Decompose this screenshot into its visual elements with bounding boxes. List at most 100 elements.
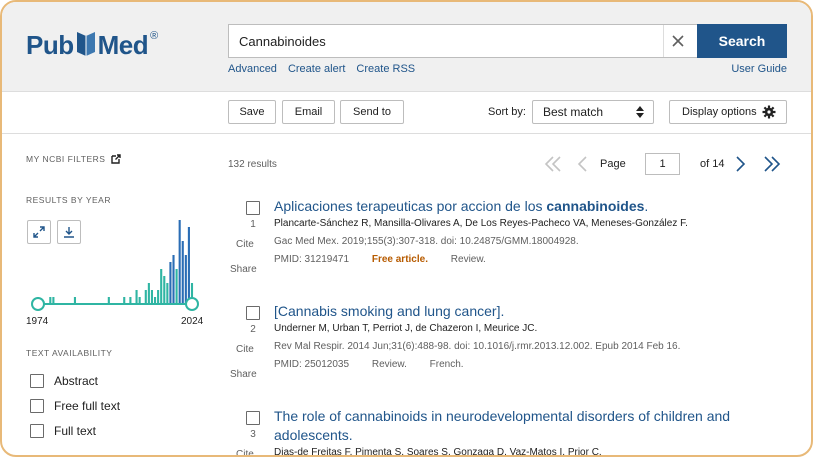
browser-frame: Pub Med ® Search Advanced Create alert C… (0, 0, 813, 457)
full-text-label: Full text (54, 424, 97, 438)
sort-by-label: Sort by: (488, 106, 526, 118)
result-title-link[interactable]: [Cannabis smoking and lung cancer]. (274, 302, 774, 321)
article-type: Review. (371, 359, 407, 370)
year-bar[interactable] (129, 297, 132, 304)
filter-full-text[interactable]: Full text (30, 424, 96, 438)
year-bar[interactable] (135, 290, 138, 304)
year-bar[interactable] (178, 220, 181, 304)
sort-caret-icon (636, 106, 644, 118)
year-bar[interactable] (138, 297, 141, 304)
result-pmid: PMID: 25012035 (274, 359, 350, 370)
result-title-link[interactable]: The role of cannabinoids in neurodevelop… (274, 407, 774, 445)
save-button[interactable]: Save (228, 100, 276, 124)
cite-button[interactable]: Cite (236, 239, 258, 250)
year-range-start-handle[interactable] (31, 297, 45, 311)
external-link-icon (111, 154, 122, 164)
result-number: 2 (250, 324, 256, 335)
year-bar[interactable] (166, 283, 169, 304)
display-options-label: Display options (682, 106, 757, 118)
page-label: Page (600, 158, 626, 170)
year-bar[interactable] (147, 283, 150, 304)
year-bar[interactable] (150, 290, 154, 304)
year-start-label: 1974 (26, 316, 49, 327)
year-bar[interactable] (184, 255, 187, 304)
filter-free-full-text[interactable]: Free full text (30, 399, 120, 413)
article-type: Review. (450, 254, 486, 265)
previous-page-icon[interactable] (576, 156, 588, 172)
year-range-end-handle[interactable] (185, 297, 199, 311)
results-by-year-chart[interactable] (26, 214, 206, 314)
my-ncbi-filters-label: MY NCBI FILTERS (26, 154, 106, 164)
display-options-button[interactable]: Display options (669, 100, 787, 124)
select-result-checkbox[interactable] (246, 411, 260, 425)
sort-select[interactable]: Best match (532, 100, 654, 124)
page-number-input[interactable]: 1 (645, 153, 680, 175)
search-input[interactable] (229, 26, 654, 56)
year-bar[interactable] (157, 290, 160, 304)
year-bar[interactable] (123, 297, 126, 304)
year-bar[interactable] (187, 227, 190, 304)
year-bar[interactable] (107, 297, 110, 304)
first-page-icon[interactable] (544, 156, 562, 172)
year-bar[interactable] (52, 297, 55, 304)
result-pmid: PMID: 31219471 (274, 254, 350, 265)
full-text-checkbox[interactable] (30, 424, 44, 438)
article-language: French. (429, 359, 464, 370)
result-number: 3 (250, 429, 256, 440)
result-pmid-line: PMID: 31219471 Free article. Review. (274, 254, 486, 265)
year-bar[interactable] (169, 262, 172, 304)
year-end-label: 2024 (181, 316, 204, 327)
logo-med-text: Med (97, 30, 149, 60)
next-page-icon[interactable] (735, 156, 747, 172)
result-title-link[interactable]: Aplicaciones terapeuticas por accion de … (274, 197, 774, 216)
free-full-text-checkbox[interactable] (30, 399, 44, 413)
title-text: Aplicaciones terapeuticas por accion de … (274, 198, 547, 214)
book-icon (76, 32, 95, 56)
year-bar[interactable] (144, 290, 147, 304)
close-icon[interactable] (669, 32, 687, 50)
pubmed-logo[interactable]: Pub Med ® (26, 28, 158, 64)
year-bar[interactable] (181, 241, 184, 304)
title-end: . (644, 198, 649, 214)
search-box (228, 24, 697, 58)
title-highlight: cannabinoides (546, 198, 645, 214)
year-bar[interactable] (73, 297, 77, 304)
year-bar[interactable] (172, 255, 175, 304)
results-count: 132 results (228, 159, 277, 170)
search-button[interactable]: Search (697, 24, 787, 58)
select-result-checkbox[interactable] (246, 306, 260, 320)
gear-icon (762, 105, 776, 119)
logo-pub-text: Pub (26, 30, 74, 60)
select-result-checkbox[interactable] (246, 201, 260, 215)
pagination: Page 1 of 14 (544, 152, 784, 176)
abstract-label: Abstract (54, 374, 99, 388)
year-bar[interactable] (175, 269, 178, 304)
result-number: 1 (250, 219, 256, 230)
header: Pub Med ® Search Advanced Create alert C… (2, 2, 811, 92)
abstract-checkbox[interactable] (30, 374, 44, 388)
create-rss-link[interactable]: Create RSS (356, 63, 415, 75)
email-button[interactable]: Email (282, 100, 335, 124)
result-authors: Plancarte-Sánchez R, Mansilla-Olivares A… (274, 218, 688, 229)
share-button[interactable]: Share (230, 369, 257, 380)
filter-abstract[interactable]: Abstract (30, 374, 98, 388)
user-guide-link[interactable]: User Guide (731, 63, 787, 75)
text-availability-label: TEXT AVAILABILITY (26, 348, 113, 358)
year-bar[interactable] (160, 269, 163, 304)
year-bar[interactable] (49, 297, 52, 304)
results-by-year-label: RESULTS BY YEAR (26, 195, 111, 205)
advanced-link[interactable]: Advanced (228, 63, 277, 75)
my-ncbi-filters[interactable]: MY NCBI FILTERS (26, 154, 122, 164)
send-to-button[interactable]: Send to (340, 100, 404, 124)
sort-value: Best match (543, 105, 604, 119)
last-page-icon[interactable] (763, 156, 781, 172)
cite-button[interactable]: Cite (236, 344, 258, 355)
page-total: of 14 (700, 158, 725, 170)
share-button[interactable]: Share (230, 264, 257, 275)
create-alert-link[interactable]: Create alert (288, 63, 345, 75)
results-toolbar: Save Email Send to Sort by: Best match D… (2, 92, 811, 134)
search-divider (663, 25, 664, 57)
year-bar[interactable] (153, 297, 157, 304)
cite-button[interactable]: Cite (236, 449, 258, 455)
year-bar[interactable] (163, 276, 166, 304)
